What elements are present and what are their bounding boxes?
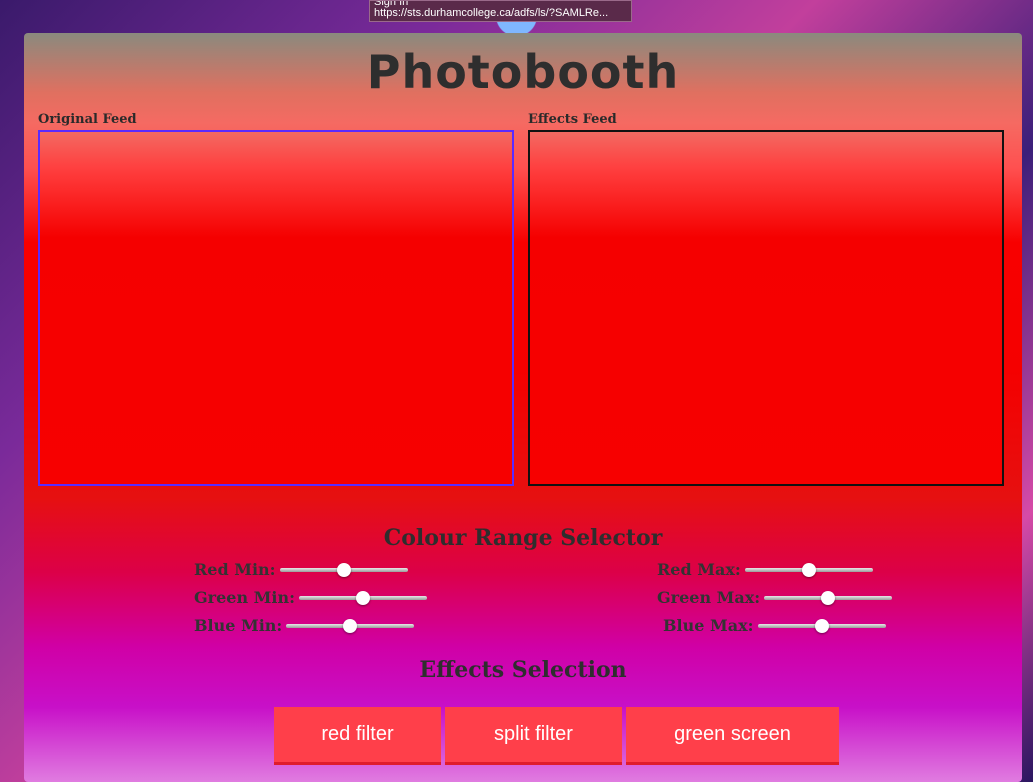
colour-range-title: Colour Range Selector <box>383 525 663 551</box>
tooltip-url: https://sts.durhamcollege.ca/adfs/ls/?SA… <box>374 7 609 19</box>
green-min-slider[interactable] <box>298 590 427 605</box>
effects-feed-canvas <box>528 130 1004 486</box>
split-filter-button[interactable]: split filter <box>445 707 622 765</box>
green-min-label: Green Min: <box>194 588 295 607</box>
red-min-slider[interactable] <box>279 562 408 577</box>
green-min-row: Green Min: <box>194 588 427 607</box>
red-filter-button[interactable]: red filter <box>274 707 441 765</box>
blue-min-slider[interactable] <box>286 618 415 633</box>
effects-feed-label: Effects Feed <box>528 112 617 127</box>
slider-thumb[interactable] <box>355 590 370 605</box>
slider-thumb[interactable] <box>343 618 358 633</box>
red-max-slider[interactable] <box>744 562 873 577</box>
green-screen-button[interactable]: green screen <box>626 707 839 765</box>
effects-selection-title: Effects Selection <box>419 657 627 683</box>
page-title: Photobooth <box>366 45 680 99</box>
blue-max-slider[interactable] <box>757 618 886 633</box>
blue-max-label: Blue Max: <box>663 616 754 635</box>
slider-thumb[interactable] <box>821 590 836 605</box>
red-max-row: Red Max: <box>657 560 873 579</box>
slider-thumb[interactable] <box>801 562 816 577</box>
blue-max-row: Blue Max: <box>663 616 886 635</box>
red-min-row: Red Min: <box>194 560 408 579</box>
link-tooltip: Sign In https://sts.durhamcollege.ca/adf… <box>369 0 632 22</box>
photobooth-panel: Photobooth Original Feed Effects Feed Co… <box>24 33 1022 782</box>
green-max-slider[interactable] <box>764 590 893 605</box>
slider-thumb[interactable] <box>336 562 351 577</box>
blue-min-label: Blue Min: <box>194 616 283 635</box>
green-max-row: Green Max: <box>657 588 893 607</box>
red-max-label: Red Max: <box>657 560 741 579</box>
blue-min-row: Blue Min: <box>194 616 415 635</box>
slider-thumb[interactable] <box>814 618 829 633</box>
green-max-label: Green Max: <box>657 588 761 607</box>
original-feed-label: Original Feed <box>38 112 137 127</box>
original-feed-video <box>38 130 514 486</box>
red-min-label: Red Min: <box>194 560 276 579</box>
